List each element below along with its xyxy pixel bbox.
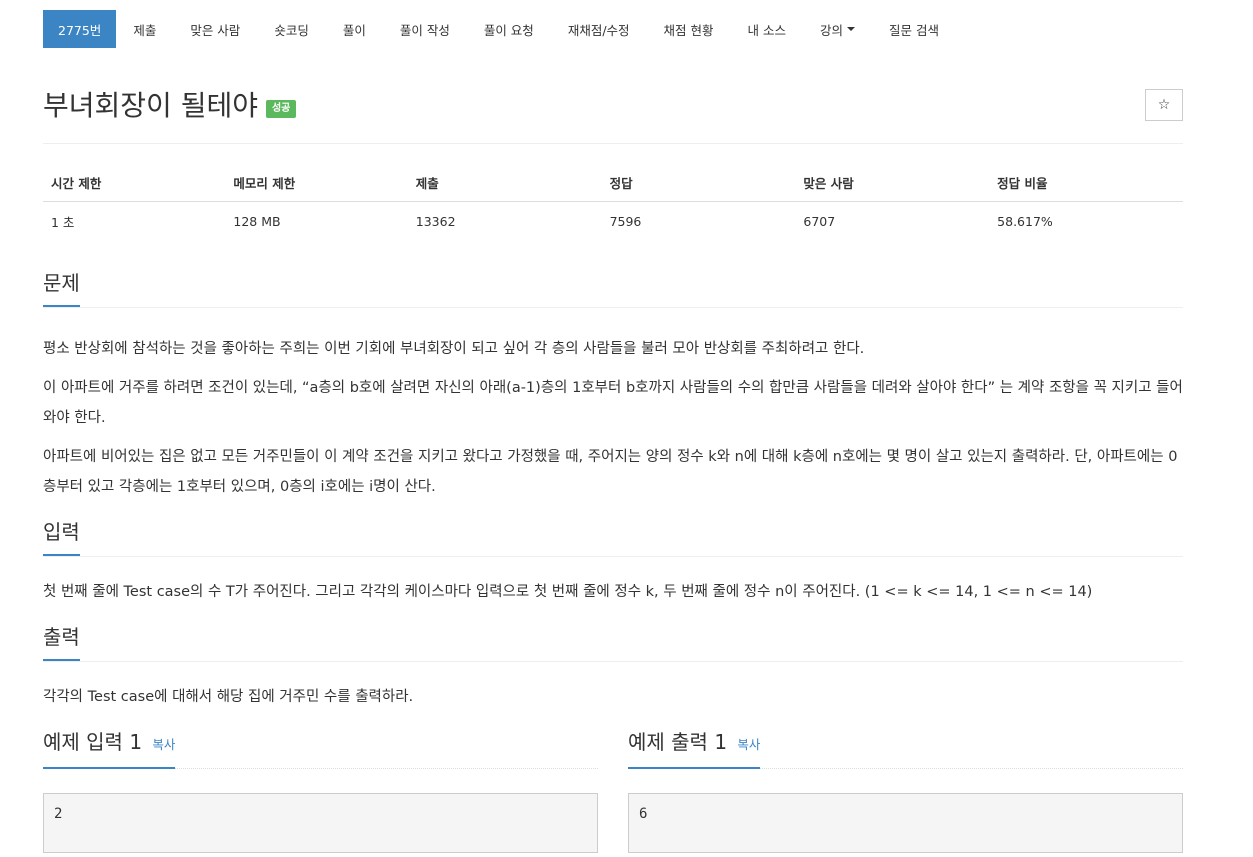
header-memory-limit: 메모리 제한	[225, 164, 408, 202]
nav-tab-rejudge[interactable]: 재채점/수정	[551, 10, 647, 48]
value-accept-ratio: 58.617%	[997, 214, 1053, 229]
nav-tab-label: 질문 검색	[889, 22, 939, 38]
sample-title-text: 예제 출력 1	[628, 730, 728, 754]
section-header: 출력	[43, 623, 1183, 662]
copy-button[interactable]: 복사	[737, 737, 760, 752]
problem-info-table: 시간 제한 메모리 제한 제출 정답 맞은 사람 정답 비율 1 초 128 M…	[43, 164, 1183, 241]
description-paragraph: 이 아파트에 거주를 하려면 조건이 있는데, “a층의 b호에 살려면 자신의…	[43, 380, 1183, 426]
section-title: 입력	[43, 518, 80, 556]
output-description: 각각의 Test case에 대해서 해당 집에 거주민 수를 출력하라.	[43, 682, 1183, 712]
problem-nav: 2775번 제출 맞은 사람 숏코딩 풀이 풀이 작성 풀이 요청 재채점/수정…	[43, 10, 1183, 48]
nav-tab-problem[interactable]: 2775번	[43, 10, 117, 48]
header-time-limit: 시간 제한	[43, 164, 226, 202]
star-button[interactable]: ☆	[1145, 89, 1183, 121]
nav-tab-write-solution[interactable]: 풀이 작성	[383, 10, 467, 48]
sample-title: 예제 출력 1 복사	[628, 728, 761, 769]
header-accepted: 정답	[601, 164, 796, 202]
section-title: 문제	[43, 269, 80, 307]
header-submissions: 제출	[407, 164, 602, 202]
input-description: 첫 번째 줄에 Test case의 수 T가 주어진다. 그리고 각각의 케이…	[43, 577, 1183, 607]
nav-tab-question-search[interactable]: 질문 검색	[872, 10, 956, 48]
sample-output-1: 예제 출력 1 복사 6	[628, 728, 1183, 853]
nav-tab-label: 채점 현황	[663, 22, 714, 38]
problem-title: 부녀회장이 될테야	[43, 89, 258, 122]
nav-tab-label: 풀이	[342, 22, 366, 38]
nav-tab-label: 숏코딩	[274, 22, 309, 38]
value-accepted: 7596	[609, 214, 642, 229]
nav-tab-solved-users[interactable]: 맞은 사람	[173, 10, 257, 48]
table-header-row: 시간 제한 메모리 제한 제출 정답 맞은 사람 정답 비율	[43, 164, 1183, 202]
nav-tab-my-source[interactable]: 내 소스	[731, 10, 803, 48]
value-submissions: 13362	[415, 214, 456, 229]
problem-description-section: 문제 평소 반상회에 참석하는 것을 좋아하는 주희는 이번 기회에 부녀회장이…	[43, 269, 1183, 502]
section-header: 입력	[43, 518, 1183, 557]
copy-button[interactable]: 복사	[152, 737, 175, 752]
nav-tab-label: 맞은 사람	[190, 22, 241, 38]
nav-tab-solutions[interactable]: 풀이	[326, 10, 383, 48]
nav-tab-label: 내 소스	[747, 22, 786, 38]
sample-input-content: 2	[43, 793, 598, 853]
header-accept-ratio: 정답 비율	[989, 164, 1183, 202]
problem-header: 부녀회장이 될테야 성공 ☆	[43, 48, 1183, 144]
nav-tab-label: 강의	[820, 22, 844, 38]
description-paragraph: 첫 번째 줄에 Test case의 수 T가 주어진다. 그리고 각각의 케이…	[43, 584, 1093, 600]
description-paragraph: 아파트에 비어있는 집은 없고 모든 거주민들이 이 계약 조건을 지키고 왔다…	[43, 449, 1178, 495]
problem-input-section: 입력 첫 번째 줄에 Test case의 수 T가 주어진다. 그리고 각각의…	[43, 518, 1183, 607]
nav-tab-request-solution[interactable]: 풀이 요청	[467, 10, 551, 48]
description-paragraph: 평소 반상회에 참석하는 것을 좋아하는 주희는 이번 기회에 부녀회장이 되고…	[43, 341, 865, 357]
status-badge: 성공	[265, 100, 297, 118]
sample-title: 예제 입력 1 복사	[43, 728, 176, 769]
nav-tab-label: 2775번	[58, 22, 102, 38]
caret-down-icon	[847, 27, 856, 31]
problem-description: 평소 반상회에 참석하는 것을 좋아하는 주희는 이번 기회에 부녀회장이 되고…	[43, 334, 1183, 502]
sample-header: 예제 출력 1 복사	[628, 728, 1183, 769]
samples-row: 예제 입력 1 복사 2 예제 출력 1 복사 6	[43, 728, 1183, 853]
value-solved-users: 6707	[803, 214, 836, 229]
nav-tab-label: 재채점/수정	[567, 22, 630, 38]
table-row: 1 초 128 MB 13362 7596 6707 58.617%	[43, 202, 1183, 242]
nav-tab-label: 풀이 요청	[483, 22, 534, 38]
sample-output-content: 6	[628, 793, 1183, 853]
problem-output-section: 출력 각각의 Test case에 대해서 해당 집에 거주민 수를 출력하라.	[43, 623, 1183, 712]
nav-tab-lectures[interactable]: 강의	[803, 10, 872, 48]
nav-tab-short-coding[interactable]: 숏코딩	[257, 10, 326, 48]
nav-tab-label: 풀이 작성	[399, 22, 450, 38]
nav-tab-label: 제출	[133, 22, 157, 38]
sample-header: 예제 입력 1 복사	[43, 728, 598, 769]
value-time-limit: 1 초	[51, 215, 75, 230]
sample-title-text: 예제 입력 1	[43, 730, 143, 754]
header-solved-users: 맞은 사람	[795, 164, 990, 202]
sample-input-1: 예제 입력 1 복사 2	[43, 728, 598, 853]
section-title: 출력	[43, 623, 80, 661]
nav-tab-status[interactable]: 채점 현황	[647, 10, 731, 48]
title-line: 부녀회장이 될테야 성공	[43, 89, 297, 123]
star-icon: ☆	[1157, 97, 1171, 113]
section-header: 문제	[43, 269, 1183, 308]
description-paragraph: 각각의 Test case에 대해서 해당 집에 거주민 수를 출력하라.	[43, 689, 414, 705]
nav-tab-submit[interactable]: 제출	[116, 10, 173, 48]
value-memory-limit: 128 MB	[233, 214, 281, 229]
